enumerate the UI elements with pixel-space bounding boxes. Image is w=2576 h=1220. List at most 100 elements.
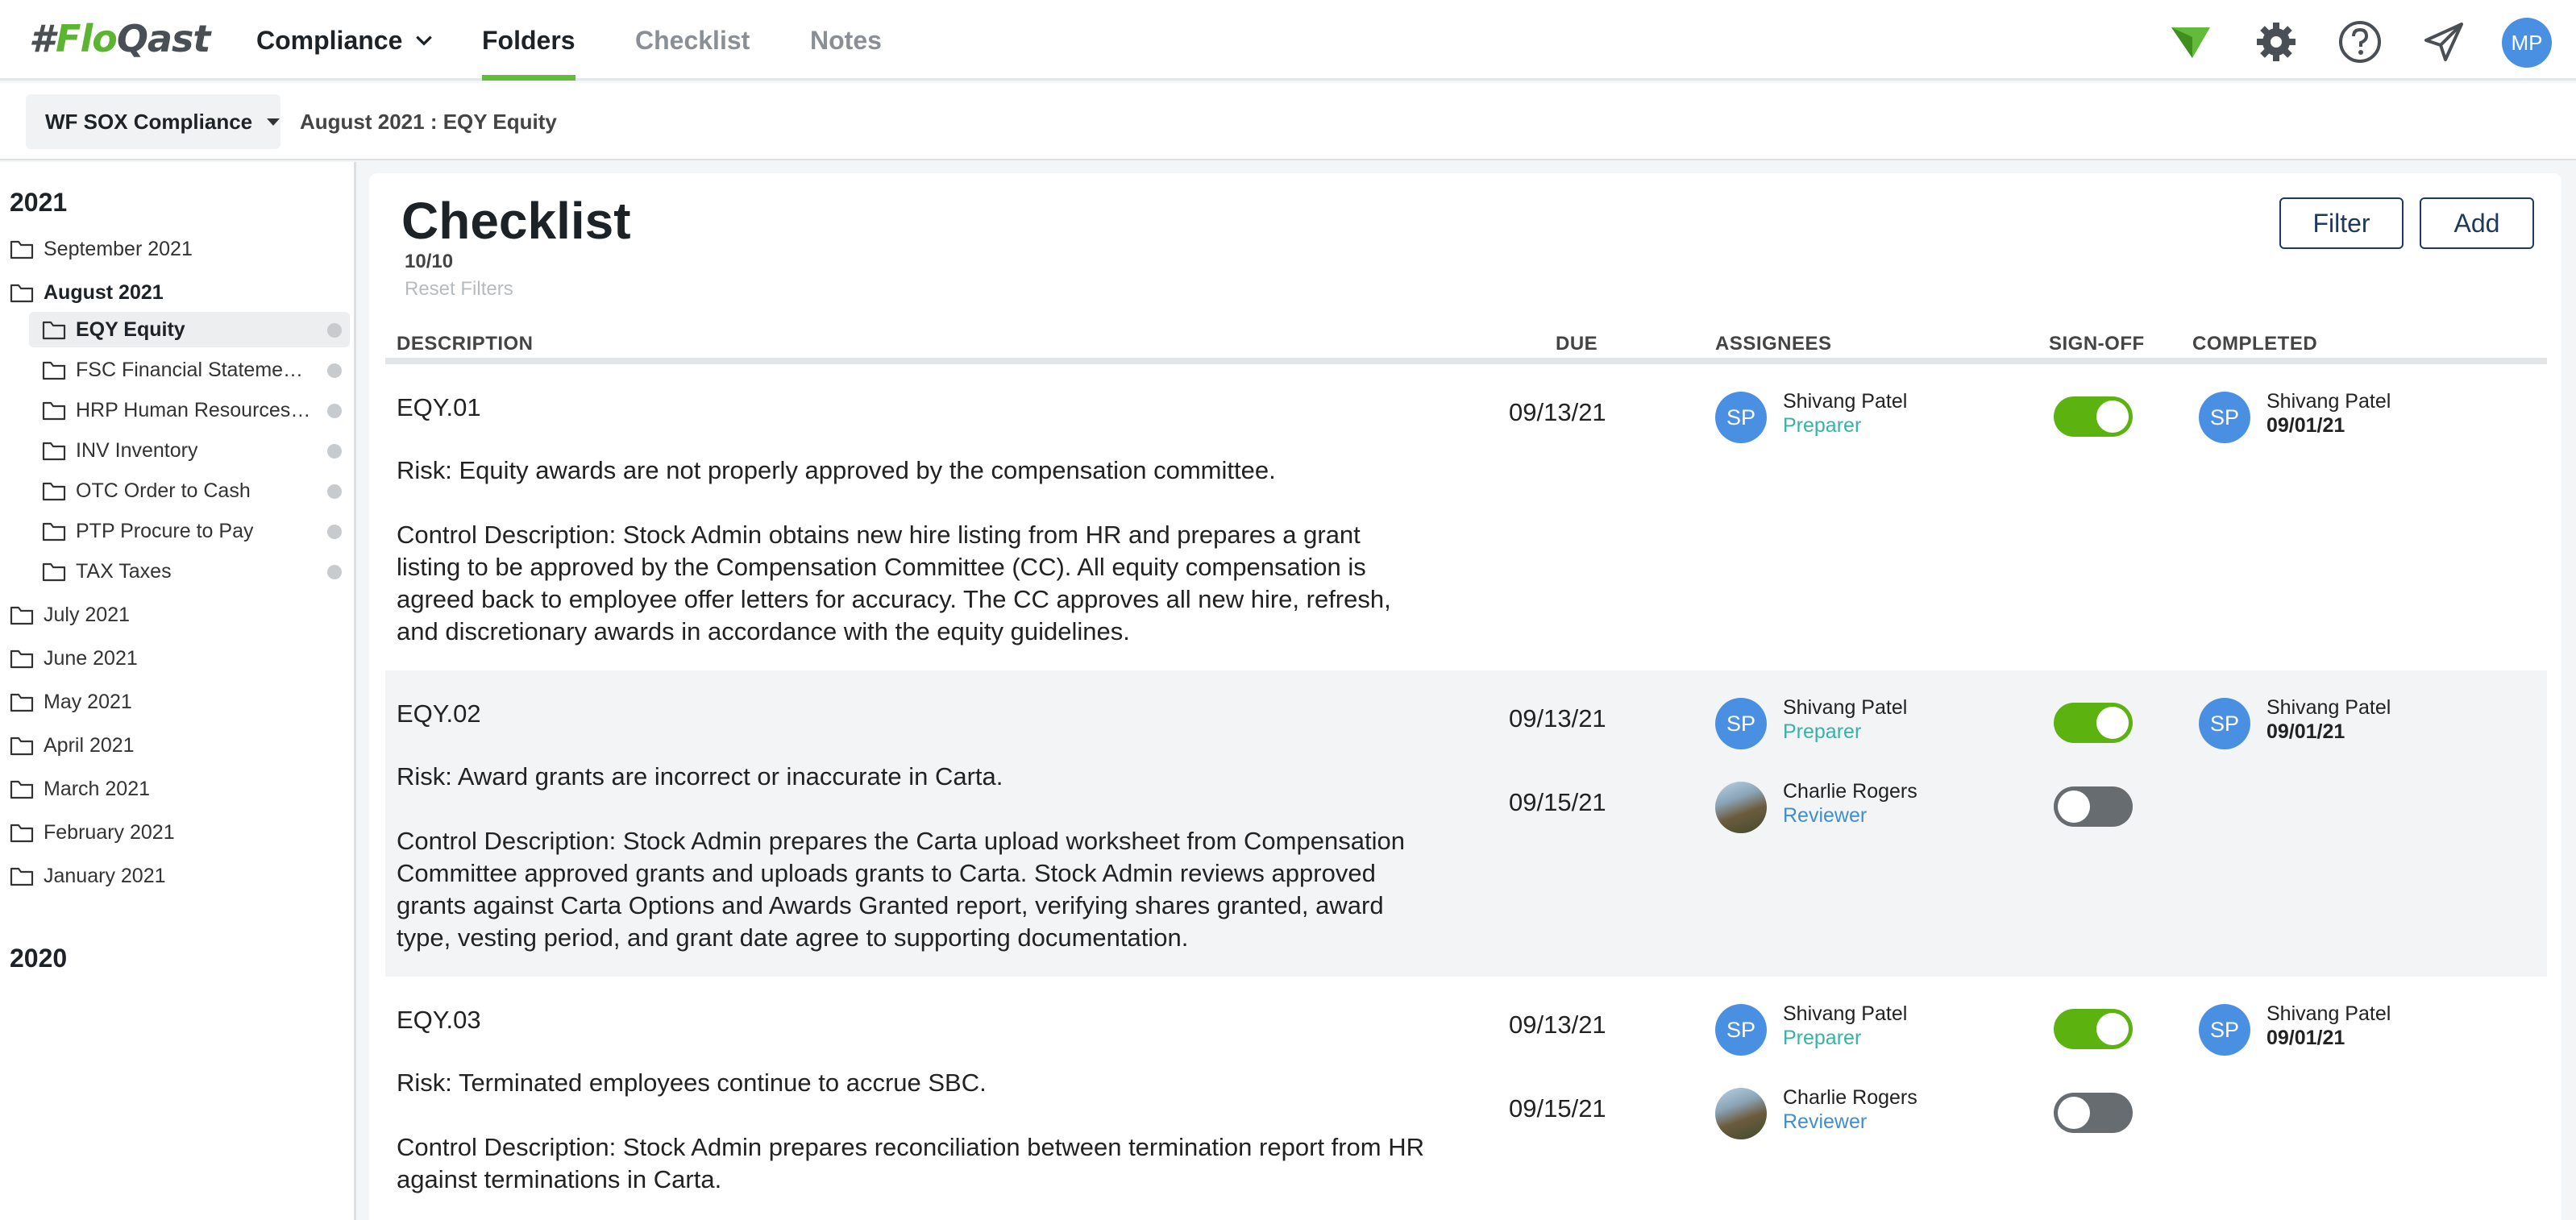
task-risk: Risk: Equity awards are not properly app…	[397, 456, 1276, 484]
folder-icon	[10, 239, 34, 259]
gear-icon[interactable]	[2254, 19, 2299, 64]
month-august-2021[interactable]: August 2021	[10, 275, 348, 310]
signoff-toggle[interactable]	[2054, 786, 2133, 827]
signoff-toggle[interactable]	[2054, 703, 2133, 743]
folder-eqy-equity[interactable]: EQY Equity	[29, 312, 350, 347]
tab-folders[interactable]: Folders	[482, 0, 575, 81]
send-icon[interactable]	[2421, 19, 2466, 64]
completed-avatar: SP	[2199, 392, 2250, 443]
month-september-2021[interactable]: September 2021	[10, 231, 348, 267]
completed-date: 09/01/21	[2266, 1027, 2345, 1049]
assignee-name: Shivang Patel	[1783, 390, 1908, 413]
assignee-name: Shivang Patel	[1783, 1002, 1908, 1025]
tab-checklist[interactable]: Checklist	[635, 0, 750, 81]
assignee-role: Preparer	[1783, 720, 1862, 743]
chevron-down-icon	[416, 35, 433, 46]
month-july-2021[interactable]: July 2021	[10, 597, 348, 633]
year-heading-2021: 2021	[10, 188, 68, 217]
assignee-role: Reviewer	[1783, 804, 1868, 827]
breadcrumb: August 2021 : EQY Equity	[300, 109, 557, 134]
column-header-assignees[interactable]: ASSIGNEES	[1715, 333, 1832, 355]
task-control-description: Control Description: Stock Admin obtains…	[397, 521, 1391, 645]
folder-icon	[42, 319, 66, 340]
status-dot	[327, 363, 342, 378]
folder-icon	[10, 648, 34, 669]
folder-otc[interactable]: OTC Order to Cash	[29, 473, 350, 508]
folder-icon	[42, 480, 66, 501]
month-may-2021[interactable]: May 2021	[10, 684, 348, 720]
assignee-avatar-photo	[1715, 1088, 1767, 1139]
folder-icon	[42, 521, 66, 542]
completed-name: Shivang Patel	[2266, 696, 2391, 719]
assignee-avatar: SP	[1715, 392, 1767, 443]
folder-inv[interactable]: INV Inventory	[29, 433, 350, 468]
floqast-logo[interactable]: # Flo Qast	[29, 15, 210, 63]
task-code: EQY.01	[397, 393, 481, 421]
signoff-toggle[interactable]	[2054, 1009, 2133, 1049]
page-title: Checklist	[401, 192, 631, 250]
folder-hrp[interactable]: HRP Human Resources a...	[29, 392, 350, 428]
checklist-panel: Checklist 10/10 Reset Filters Filter Add…	[369, 173, 2561, 1220]
folder-icon	[10, 865, 34, 886]
month-june-2021[interactable]: June 2021	[10, 641, 348, 676]
column-header-description[interactable]: DESCRIPTION	[397, 333, 534, 355]
column-header-due[interactable]: DUE	[1556, 333, 1598, 355]
filter-icon[interactable]	[2168, 19, 2213, 64]
item-count: 10/10	[405, 251, 454, 272]
user-avatar[interactable]: MP	[2502, 18, 2552, 68]
folder-icon	[10, 735, 34, 756]
column-header-signoff[interactable]: SIGN-OFF	[2049, 333, 2145, 355]
table-row[interactable]: EQY.02 Risk: Award grants are incorrect …	[385, 670, 2547, 977]
folder-icon	[42, 440, 66, 461]
due-date: 09/13/21	[1509, 1010, 1606, 1039]
column-header-completed[interactable]: COMPLETED	[2192, 333, 2317, 355]
status-dot	[327, 404, 342, 418]
workspace-bar: WF SOX Compliance August 2021 : EQY Equi…	[0, 83, 2576, 160]
folder-ptp[interactable]: PTP Procure to Pay	[29, 513, 350, 549]
table-row[interactable]: EQY.01 Risk: Equity awards are not prope…	[385, 364, 2547, 670]
filter-button[interactable]: Filter	[2279, 197, 2404, 249]
workspace-select[interactable]: WF SOX Compliance	[26, 94, 280, 149]
folder-tax[interactable]: TAX Taxes	[29, 554, 350, 589]
month-january-2021[interactable]: January 2021	[10, 858, 348, 894]
signoff-toggle[interactable]	[2054, 396, 2133, 437]
assignee-avatar: SP	[1715, 1004, 1767, 1056]
status-dot	[327, 525, 342, 539]
month-february-2021[interactable]: February 2021	[10, 815, 348, 850]
completed-avatar: SP	[2199, 1004, 2250, 1056]
header-divider	[385, 358, 2547, 364]
task-code: EQY.03	[397, 1006, 481, 1034]
signoff-toggle[interactable]	[2054, 1093, 2133, 1133]
month-march-2021[interactable]: March 2021	[10, 771, 348, 807]
completed-name: Shivang Patel	[2266, 1002, 2391, 1025]
compliance-menu[interactable]: Compliance	[256, 0, 434, 81]
folder-icon	[42, 400, 66, 421]
task-risk: Risk: Terminated employees continue to a…	[397, 1069, 987, 1097]
assignee-role: Preparer	[1783, 414, 1862, 437]
completed-date: 09/01/21	[2266, 720, 2345, 743]
folder-icon	[10, 778, 34, 799]
completed-date: 09/01/21	[2266, 414, 2345, 437]
assignee-name: Shivang Patel	[1783, 696, 1908, 719]
status-dot	[327, 444, 342, 459]
status-dot	[327, 484, 342, 499]
folder-icon	[10, 604, 34, 625]
task-control-description: Control Description: Stock Admin prepare…	[397, 1133, 1425, 1193]
folder-fsc[interactable]: FSC Financial Statement ...	[29, 352, 350, 388]
assignee-name: Charlie Rogers	[1783, 780, 1917, 803]
add-button[interactable]: Add	[2420, 197, 2534, 249]
reset-filters-link[interactable]: Reset Filters	[405, 278, 513, 301]
assignee-name: Charlie Rogers	[1783, 1086, 1917, 1109]
folder-icon	[42, 359, 66, 380]
table-row[interactable]: EQY.03 Risk: Terminated employees contin…	[385, 977, 2547, 1220]
due-date: 09/15/21	[1509, 1094, 1606, 1122]
month-april-2021[interactable]: April 2021	[10, 728, 348, 763]
top-navigation: # Flo Qast Compliance Folders Checklist No…	[0, 0, 2576, 81]
help-icon[interactable]	[2337, 19, 2383, 64]
folder-icon	[10, 282, 34, 303]
assignee-avatar-photo	[1715, 782, 1767, 833]
assignee-role: Reviewer	[1783, 1110, 1868, 1133]
tab-notes[interactable]: Notes	[810, 0, 882, 81]
task-code: EQY.02	[397, 699, 481, 728]
status-dot	[327, 565, 342, 579]
